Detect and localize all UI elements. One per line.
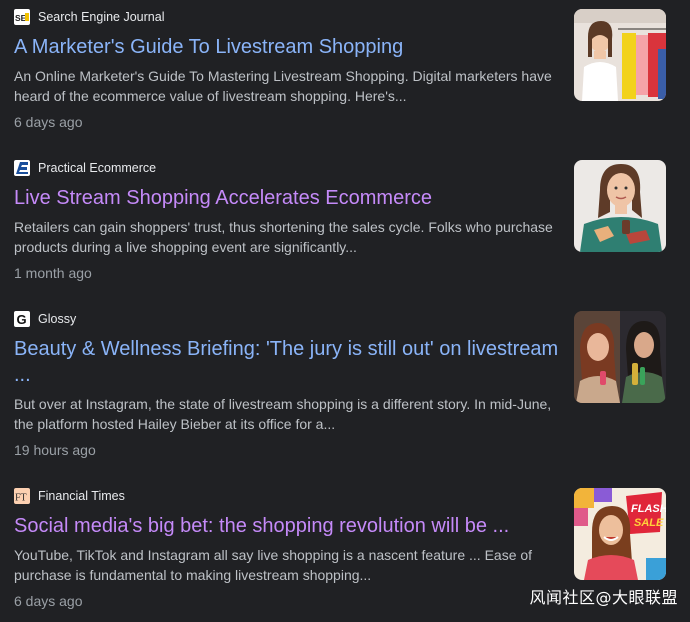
- news-result-text: Practical Ecommerce Live Stream Shopping…: [14, 160, 559, 283]
- two-women-livestream-thumbnail[interactable]: [574, 311, 666, 403]
- woman-holding-product-thumbnail[interactable]: [574, 160, 666, 252]
- practical-ecommerce-logo-icon: [14, 160, 30, 176]
- source-name: Glossy: [38, 312, 77, 326]
- article-snippet: An Online Marketer's Guide To Mastering …: [14, 68, 552, 104]
- svg-text:G: G: [17, 312, 27, 327]
- svg-text:SE: SE: [15, 13, 27, 23]
- source-name: Practical Ecommerce: [38, 161, 157, 175]
- source-row: SE Search Engine Journal: [14, 9, 559, 25]
- svg-text:FT: FT: [15, 493, 27, 504]
- article-age: 19 hours ago: [14, 442, 96, 458]
- article-title-link[interactable]: Live Stream Shopping Accelerates Ecommer…: [14, 185, 559, 211]
- woman-with-clothing-rack-thumbnail[interactable]: [574, 9, 666, 101]
- svg-text:SALE: SALE: [634, 517, 664, 529]
- source-row: Practical Ecommerce: [14, 160, 559, 176]
- article-age: 1 month ago: [14, 265, 92, 281]
- source-row: G Glossy: [14, 311, 559, 327]
- article-title-link[interactable]: A Marketer's Guide To Livestream Shoppin…: [14, 34, 559, 60]
- article-title-link[interactable]: Social media's big bet: the shopping rev…: [14, 513, 559, 539]
- article-title-link[interactable]: Beauty & Wellness Briefing: 'The jury is…: [14, 336, 559, 388]
- article-snippet: Retailers can gain shoppers' trust, thus…: [14, 219, 553, 255]
- ft-logo-icon: FT: [14, 488, 30, 504]
- watermark-text: 风闻社区@大眼联盟: [529, 588, 678, 607]
- news-result-text: FT Financial Times Social media's big be…: [14, 488, 559, 611]
- article-age: 6 days ago: [14, 593, 83, 609]
- article-snippet: YouTube, TikTok and Instagram all say li…: [14, 547, 533, 583]
- news-results-feed: SE Search Engine Journal A Marketer's Gu…: [0, 0, 690, 622]
- news-result-text: SE Search Engine Journal A Marketer's Gu…: [14, 9, 559, 132]
- source-row: FT Financial Times: [14, 488, 559, 504]
- flash-sale-woman-thumbnail[interactable]: FLASH SALE: [574, 488, 666, 580]
- sej-logo-icon: SE: [14, 9, 30, 25]
- source-name: Financial Times: [38, 489, 125, 503]
- article-snippet: But over at Instagram, the state of live…: [14, 396, 552, 432]
- article-age: 6 days ago: [14, 114, 83, 130]
- glossy-logo-icon: G: [14, 311, 30, 327]
- news-result-text: G Glossy Beauty & Wellness Briefing: 'Th…: [14, 311, 559, 460]
- source-name: Search Engine Journal: [38, 10, 165, 24]
- svg-text:FLASH: FLASH: [631, 503, 666, 515]
